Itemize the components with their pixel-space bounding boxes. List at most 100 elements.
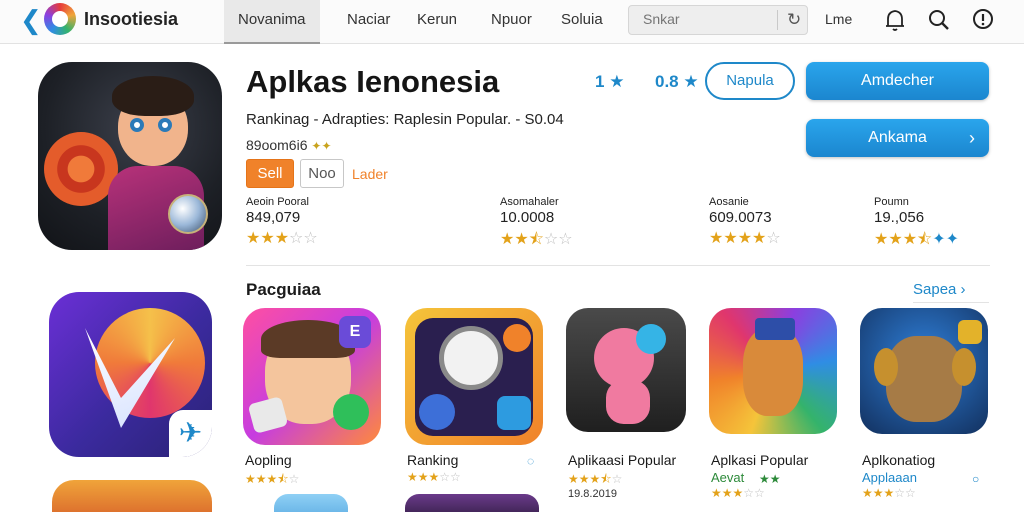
- headphone-icon: [952, 348, 976, 386]
- bird-icon: ✈: [169, 410, 212, 457]
- button-icon: [497, 396, 531, 430]
- hero-app-icon: [38, 62, 222, 250]
- bell-icon[interactable]: [884, 8, 906, 37]
- chevron-right-icon: ›: [960, 281, 966, 298]
- search-input[interactable]: [643, 11, 773, 27]
- badge-circle-icon: ○: [972, 472, 980, 486]
- star-rating: ★★★☆☆: [246, 230, 318, 247]
- section-divider: [246, 265, 990, 266]
- stat-value: 19.,056: [874, 209, 925, 226]
- meta-value-1: 1 ★: [595, 72, 625, 91]
- star-rating: ★★★⯪✦✦: [874, 231, 959, 248]
- app-tile[interactable]: Aplikaasi Popular ★★★⯪☆ 19.8.2019: [566, 308, 704, 500]
- tile-sub: Aevat: [711, 470, 745, 485]
- tile-name: Ranking: [407, 452, 459, 468]
- tab-kerun[interactable]: Kerun: [417, 0, 457, 44]
- app-tile[interactable]: Ranking ◌ ★★★☆☆: [405, 308, 543, 484]
- next-row-tile[interactable]: [405, 494, 539, 512]
- tile-name: Aplkasi Popular: [711, 452, 809, 468]
- developer-line: 89oom6i6 ✦✦: [246, 137, 332, 153]
- stat-label: Aosanie: [709, 196, 749, 208]
- character-hair: [112, 76, 194, 116]
- stat-block: Aosanie 609.0073 ★★★★☆: [709, 196, 781, 248]
- creature-head: [886, 336, 962, 422]
- star-small-icon: ★: [683, 72, 699, 91]
- tag-neo[interactable]: Noo: [300, 159, 344, 188]
- see-all-underline: [913, 302, 989, 303]
- top-bar: ❮ Insootiesia Novanima Naciar Kerun Npuo…: [0, 0, 1024, 44]
- search-divider: [777, 10, 778, 30]
- tile-icon: [860, 308, 988, 434]
- star-small-icon: ★: [609, 72, 625, 91]
- app-tile[interactable]: E Aopling ★★★⯪☆: [243, 308, 381, 486]
- tile-icon: [709, 308, 837, 434]
- stat-value: 849,079: [246, 209, 301, 226]
- tile-date: 19.8.2019: [568, 488, 617, 500]
- back-icon[interactable]: ❮: [20, 5, 42, 36]
- character-eye: [130, 118, 144, 132]
- stat-block: Poumn 19.,056 ★★★⯪✦✦: [874, 196, 959, 255]
- tile-name: Aplkonatiog: [862, 452, 936, 468]
- side-app-icon-partial[interactable]: [52, 480, 212, 512]
- app-subtitle: Rankinag - Adrapties: Raplesin Popular. …: [246, 111, 564, 128]
- app-title: Aplkas Ienonesia: [246, 64, 500, 99]
- stat-block: Asomahaler 10.0008 ★★⯪☆☆: [500, 196, 573, 255]
- star-rating: ★★★☆☆: [407, 470, 461, 484]
- secondary-button[interactable]: Napula: [705, 62, 795, 100]
- tile-icon: [566, 308, 686, 432]
- tab-naciar[interactable]: Naciar: [347, 0, 390, 44]
- creature-body: [606, 380, 650, 424]
- brand-logo: [44, 3, 76, 35]
- character-hat: [755, 318, 795, 340]
- section-title: Pacguiaa: [246, 280, 321, 299]
- letter-badge-icon: E: [339, 316, 371, 348]
- info-icon[interactable]: [972, 8, 994, 37]
- tag-sell[interactable]: Sell: [246, 159, 294, 188]
- star-rating: ★★★⯪☆: [245, 472, 300, 486]
- stat-value: 10.0008: [500, 209, 555, 226]
- dice-icon: [247, 396, 289, 434]
- top-text-link[interactable]: Lme: [825, 11, 852, 27]
- meta-value-2: 0.8 ★: [655, 72, 699, 91]
- stat-label: Asomahaler: [500, 196, 559, 208]
- headphone-icon: [874, 348, 898, 386]
- refresh-icon[interactable]: ↻: [787, 10, 801, 30]
- orb-shape: [168, 194, 208, 234]
- chat-bubble-icon: [333, 394, 369, 430]
- stat-label: Poumn: [874, 196, 909, 208]
- tile-icon: [405, 308, 543, 445]
- primary-button[interactable]: Amdecher: [806, 62, 989, 100]
- character-shape: [743, 328, 803, 416]
- badge-icon: [503, 324, 531, 352]
- creature-hat: [636, 324, 666, 354]
- side-app-icon[interactable]: ✈: [49, 292, 212, 457]
- star-rating: ★★★☆☆: [862, 486, 916, 500]
- search-icon[interactable]: [928, 8, 950, 37]
- stat-label: Aeoin Pooral: [246, 196, 309, 208]
- app-tile[interactable]: Aplkasi Popular Aevat ★★ ★★★☆☆: [709, 308, 847, 500]
- star-rating: ★★⯪☆☆: [500, 231, 573, 248]
- see-all-link[interactable]: Sapea ›: [913, 281, 966, 298]
- tag-link[interactable]: Lader: [352, 166, 388, 182]
- app-tile[interactable]: Aplkonatiog Applaaan ○ ★★★☆☆: [860, 308, 998, 500]
- badge-icon: [958, 320, 982, 344]
- badge-circle-icon: ◌: [527, 454, 535, 468]
- brand-name: Insootiesia: [84, 9, 179, 29]
- tab-npuor[interactable]: Npuor: [491, 0, 532, 44]
- tab-novanima[interactable]: Novanima: [224, 0, 320, 44]
- star-rating: ★★★★☆: [709, 230, 781, 247]
- sparkle-icon: ★★: [759, 472, 781, 486]
- star-rating: ★★★☆☆: [711, 486, 765, 500]
- app-store-page: ❮ Insootiesia Novanima Naciar Kerun Npuo…: [0, 0, 1024, 512]
- open-button[interactable]: Ankama ›: [806, 119, 989, 157]
- search-box[interactable]: ↻: [628, 5, 808, 35]
- tile-icon: E: [243, 308, 381, 445]
- stat-value: 609.0073: [709, 209, 772, 226]
- button-icon: [419, 394, 455, 430]
- tile-sub: Applaaan: [862, 470, 917, 485]
- chevron-right-icon: ›: [969, 128, 975, 148]
- next-row-tile[interactable]: [274, 494, 348, 512]
- clock-icon: [439, 326, 503, 390]
- tab-soluia[interactable]: Soluia: [561, 0, 603, 44]
- horn-shape: [44, 132, 118, 206]
